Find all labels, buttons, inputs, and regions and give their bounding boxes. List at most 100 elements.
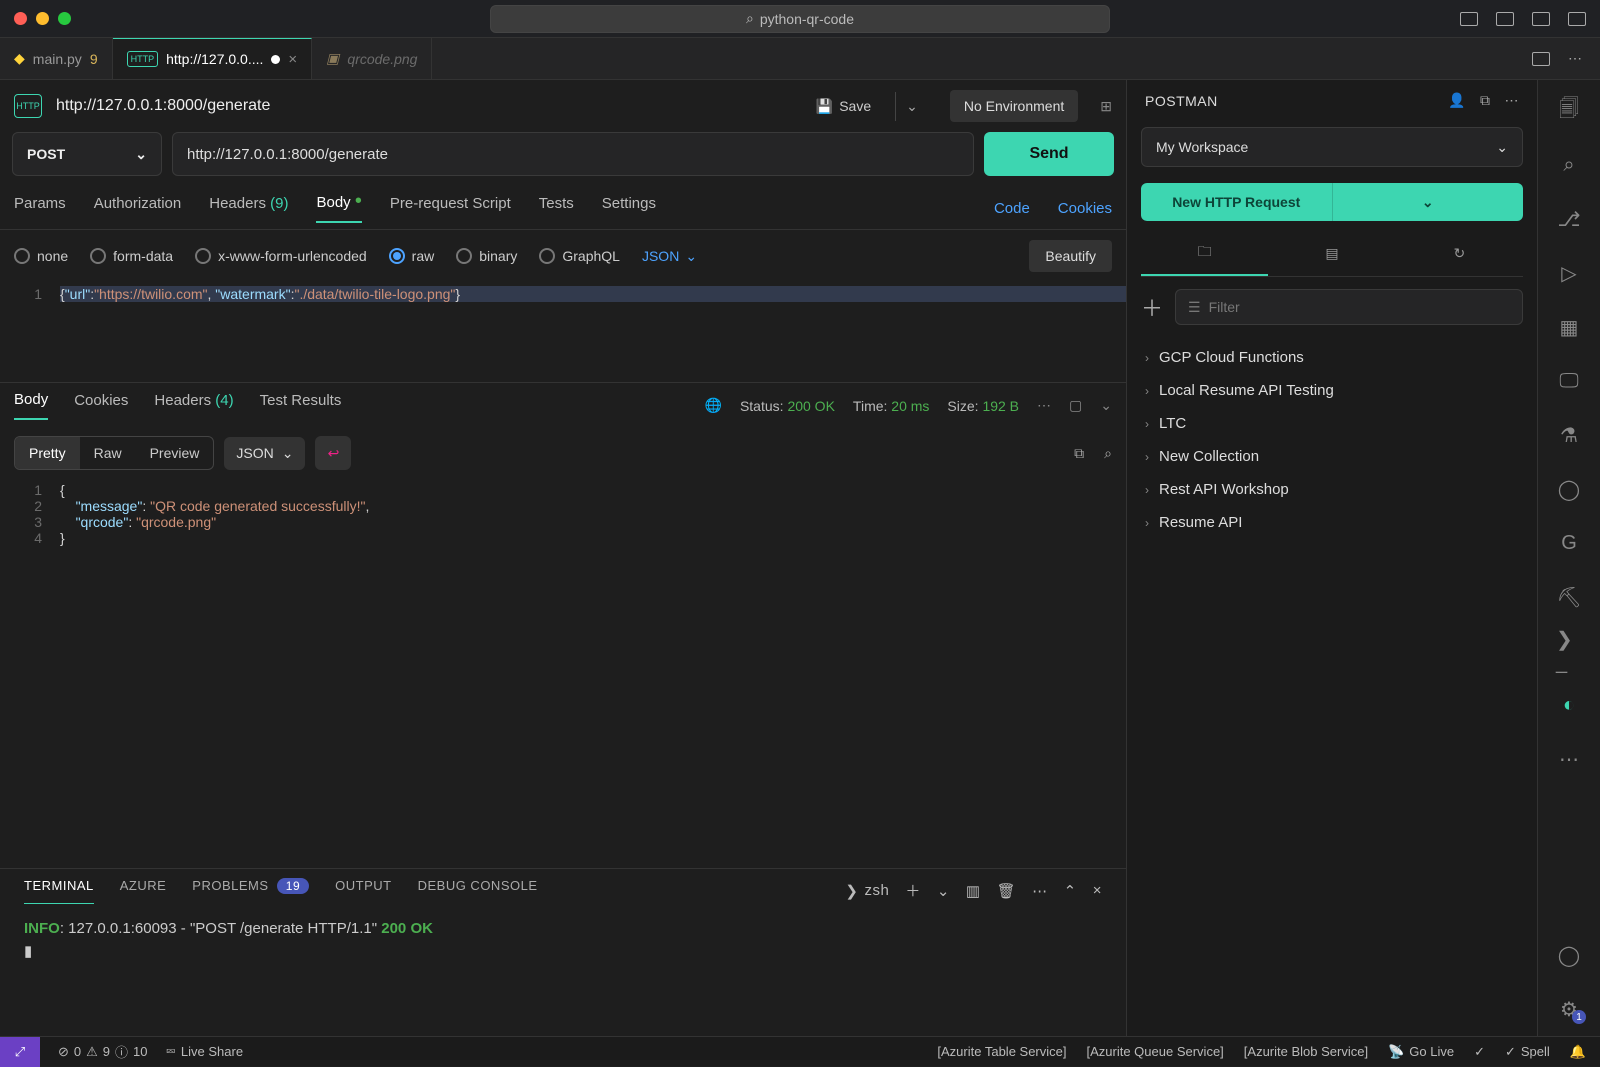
panel-output[interactable]: OUTPUT (335, 878, 391, 903)
maximize-window[interactable] (58, 12, 71, 25)
customize-layout-icon[interactable] (1568, 12, 1586, 26)
collection-item[interactable]: ›Local Resume API Testing (1135, 374, 1529, 407)
resp-tab-cookies[interactable]: Cookies (74, 392, 128, 419)
radio-none[interactable]: none (14, 248, 68, 264)
resp-tab-body[interactable]: Body (14, 391, 48, 420)
panel-problems[interactable]: PROBLEMS 19 (192, 878, 309, 903)
wrap-lines-button[interactable]: ↩ (315, 436, 351, 470)
filter-input[interactable]: ☰ Filter (1175, 289, 1523, 325)
pm-tab-history[interactable]: ↻ (1396, 231, 1523, 276)
dock-icon[interactable]: ▢ (1069, 397, 1082, 414)
close-window[interactable] (14, 12, 27, 25)
pm-tab-environments[interactable]: ▤ (1268, 231, 1395, 276)
panel-terminal[interactable]: TERMINAL (24, 878, 94, 904)
radio-raw[interactable]: raw (389, 248, 435, 264)
terminal-dropdown-icon[interactable]: ⌄ (937, 882, 950, 900)
azurite-blob[interactable]: [Azurite Blob Service] (1244, 1044, 1368, 1059)
terminal-output[interactable]: INFO: 127.0.0.1:60093 - "POST /generate … (0, 912, 1126, 968)
github-icon[interactable]: ◯ (1556, 476, 1582, 502)
notifications-icon[interactable]: 🔔 (1570, 1044, 1586, 1060)
body-type-selector[interactable]: JSON⌄ (642, 248, 697, 265)
split-terminal-icon[interactable]: ▥ (966, 882, 981, 900)
tab-prerequest[interactable]: Pre-request Script (390, 195, 511, 222)
new-terminal-icon[interactable]: ＋ (905, 880, 921, 901)
sidebar-right-icon[interactable] (1532, 12, 1550, 26)
tab-headers[interactable]: Headers (9) (209, 195, 288, 222)
source-control-icon[interactable]: ⎇ (1556, 206, 1582, 232)
resp-tab-results[interactable]: Test Results (260, 392, 342, 419)
search-response-icon[interactable]: ⌕ (1104, 445, 1112, 462)
run-debug-icon[interactable]: ▷ (1556, 260, 1582, 286)
search-icon[interactable]: ⌕ (1556, 152, 1582, 178)
add-collection-icon[interactable]: ＋ (1141, 291, 1163, 323)
method-selector[interactable]: POST ⌄ (12, 132, 162, 176)
collection-item[interactable]: ›Rest API Workshop (1135, 473, 1529, 506)
beautify-button[interactable]: Beautify (1029, 240, 1112, 272)
pm-tab-collections[interactable]: 🗀 (1141, 231, 1268, 276)
command-center-search[interactable]: ⌕ python-qr-code (490, 5, 1110, 33)
radio-xwww[interactable]: x-www-form-urlencoded (195, 248, 367, 264)
split-editor-icon[interactable] (1532, 52, 1550, 66)
layout-icon[interactable] (1460, 12, 1478, 26)
radio-formdata[interactable]: form-data (90, 248, 173, 264)
terminal-more-icon[interactable]: ⋯ (1032, 882, 1048, 900)
live-share-status[interactable]: ⮹Live Share (166, 1044, 244, 1060)
terminal-activity-icon[interactable]: ❯_ (1556, 638, 1582, 664)
view-pretty[interactable]: Pretty (15, 437, 80, 469)
prettier-status[interactable]: ✓ (1474, 1044, 1485, 1060)
extensions-icon[interactable]: ▦ (1556, 314, 1582, 340)
terminal-shell[interactable]: ❯zsh (845, 882, 889, 900)
collection-item[interactable]: ›Resume API (1135, 506, 1529, 539)
accounts-icon[interactable]: ◯ (1556, 942, 1582, 968)
grammarly-icon[interactable]: G (1556, 530, 1582, 556)
close-tab-icon[interactable]: × (288, 51, 297, 68)
problems-status[interactable]: ⊘0 ⚠9 ⓘ10 (58, 1042, 148, 1061)
more-actions-icon[interactable]: ⋯ (1568, 50, 1582, 67)
send-button[interactable]: Send (984, 132, 1114, 176)
remote-explorer-icon[interactable]: 🖵 (1556, 368, 1582, 394)
spell-check[interactable]: ✓ Spell (1505, 1044, 1550, 1060)
panel-icon[interactable] (1496, 12, 1514, 26)
collection-item[interactable]: ›New Collection (1135, 440, 1529, 473)
request-body-editor[interactable]: 1{"url":"https://twilio.com", "watermark… (0, 282, 1126, 382)
view-preview[interactable]: Preview (136, 437, 214, 469)
maximize-panel-icon[interactable]: ⌃ (1064, 882, 1077, 900)
cookies-link[interactable]: Cookies (1058, 200, 1112, 217)
panel-more-icon[interactable]: ⋯ (1505, 92, 1520, 109)
more-activity-icon[interactable]: ⋯ (1556, 746, 1582, 772)
go-live[interactable]: 📡Go Live (1388, 1044, 1454, 1060)
workspace-selector[interactable]: My Workspace ⌄ (1141, 127, 1523, 167)
resp-tab-headers[interactable]: Headers (4) (154, 392, 233, 419)
copy-icon[interactable]: ⧉ (1074, 445, 1084, 462)
url-input[interactable] (172, 132, 974, 176)
user-icon[interactable]: 👤 (1448, 92, 1466, 109)
close-panel-icon[interactable]: × (1093, 882, 1102, 899)
environment-selector[interactable]: No Environment (950, 90, 1078, 122)
postman-activity-icon[interactable]: ◐ (1556, 692, 1582, 718)
radio-binary[interactable]: binary (456, 248, 517, 264)
more-icon[interactable]: ⋯ (1037, 397, 1051, 414)
tab-body[interactable]: Body • (316, 194, 361, 223)
minimize-window[interactable] (36, 12, 49, 25)
radio-graphql[interactable]: GraphQL (539, 248, 620, 264)
view-raw[interactable]: Raw (80, 437, 136, 469)
kill-terminal-icon[interactable]: 🗑 (997, 882, 1017, 900)
tab-params[interactable]: Params (14, 195, 66, 222)
new-http-request-button[interactable]: New HTTP Request (1141, 183, 1332, 221)
tab-settings[interactable]: Settings (602, 195, 656, 222)
response-body[interactable]: 1{ 2 "message": "QR code generated succe… (0, 478, 1126, 868)
tab-main-py[interactable]: ◆ main.py 9 (0, 38, 113, 79)
panel-azure[interactable]: AZURE (120, 878, 167, 903)
tab-tests[interactable]: Tests (539, 195, 574, 222)
new-request-dropdown[interactable]: ⌄ (1332, 183, 1524, 221)
save-dropdown[interactable]: ⌄ (895, 92, 928, 121)
response-type-selector[interactable]: JSON⌄ (224, 437, 305, 470)
terraform-icon[interactable]: ⛏ (1556, 584, 1582, 610)
explorer-icon[interactable]: 🗐 (1556, 98, 1582, 124)
panel-debug[interactable]: DEBUG CONSOLE (418, 878, 538, 903)
tab-authorization[interactable]: Authorization (94, 195, 182, 222)
code-link[interactable]: Code (994, 200, 1030, 217)
globe-icon[interactable]: 🌐 (705, 397, 722, 414)
azurite-table[interactable]: [Azurite Table Service] (937, 1044, 1066, 1059)
new-window-icon[interactable]: ⧉ (1480, 92, 1491, 109)
